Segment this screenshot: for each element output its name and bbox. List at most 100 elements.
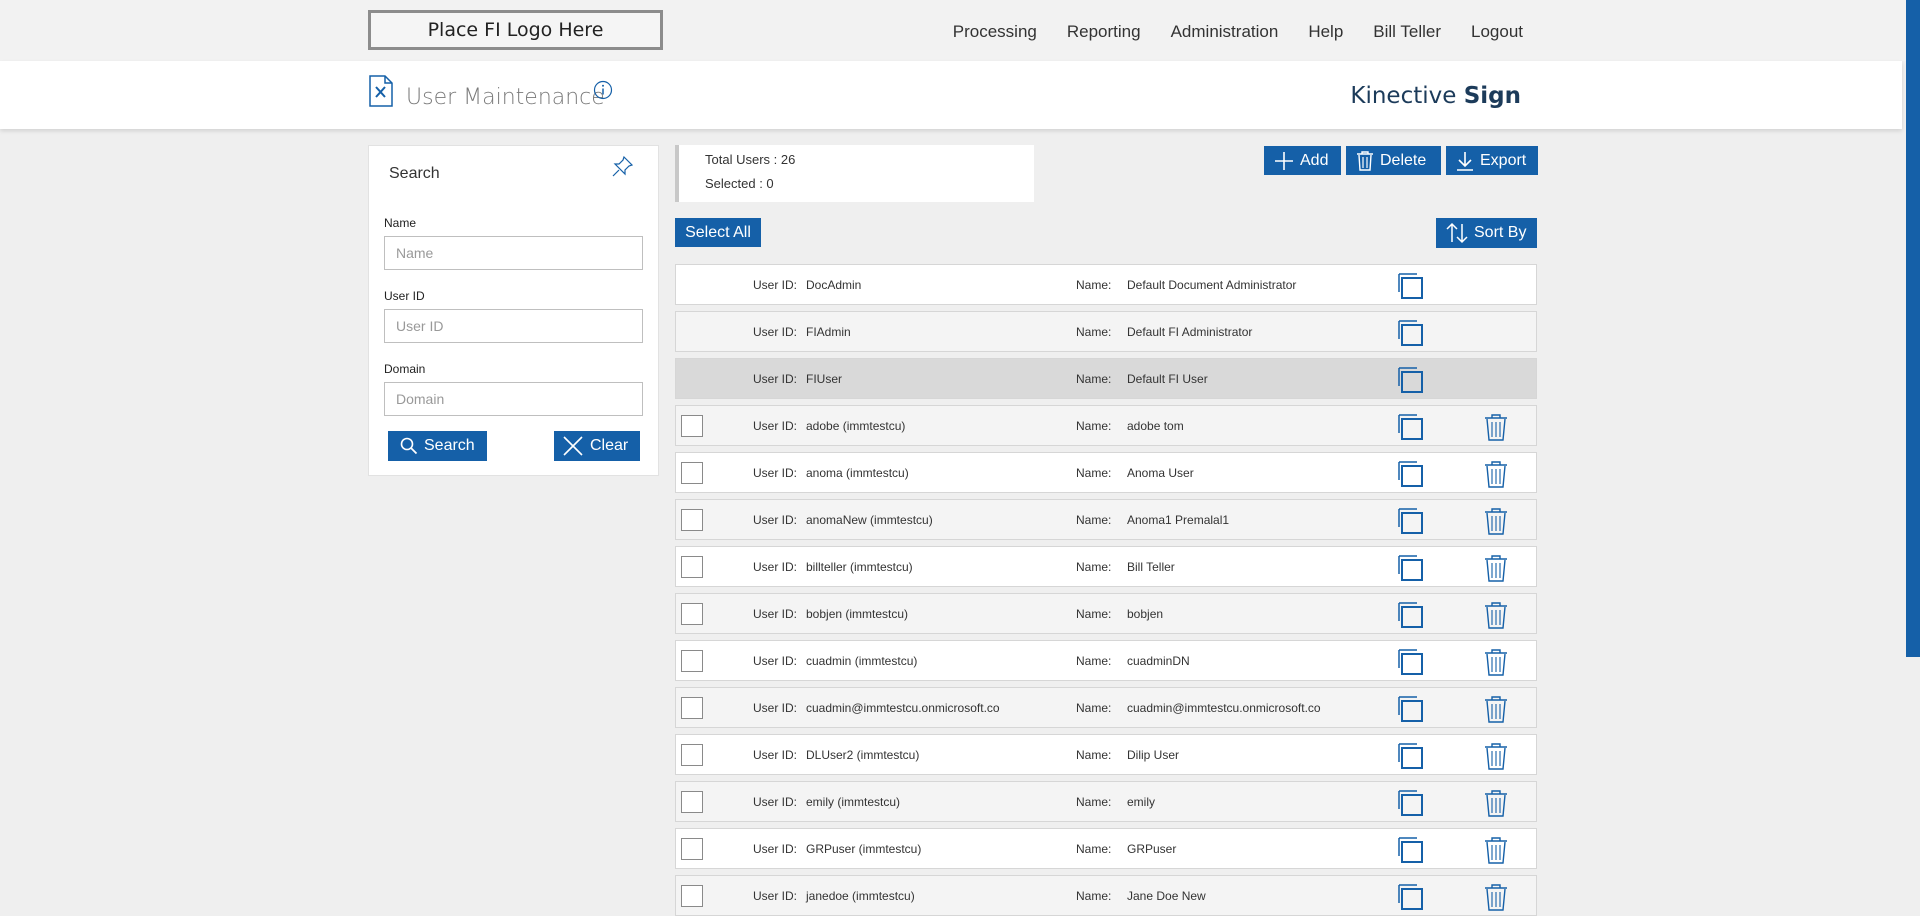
- copy-icon[interactable]: [1396, 507, 1424, 535]
- pin-icon[interactable]: [609, 154, 635, 180]
- page-scrollbar[interactable]: [1906, 0, 1920, 657]
- row-checkbox[interactable]: [681, 603, 703, 625]
- brand-logo: Kinective Sign: [1350, 83, 1521, 109]
- user-id-value: DocAdmin: [806, 278, 862, 292]
- nav-administration[interactable]: Administration: [1171, 22, 1279, 42]
- user-id-label: User ID:: [753, 748, 798, 762]
- row-checkbox[interactable]: [681, 885, 703, 907]
- copy-icon[interactable]: [1396, 319, 1424, 347]
- user-row[interactable]: User ID: FIUser Name: Default FI User: [675, 358, 1537, 399]
- trash-icon[interactable]: [1483, 648, 1509, 676]
- search-icon: [400, 437, 418, 455]
- copy-icon[interactable]: [1396, 601, 1424, 629]
- name-value: Bill Teller: [1127, 560, 1175, 574]
- user-row[interactable]: User ID: GRPuser (immtestcu) Name: GRPuser: [675, 828, 1537, 869]
- row-checkbox[interactable]: [681, 462, 703, 484]
- trash-icon[interactable]: [1483, 413, 1509, 441]
- user-id-value: adobe (immtestcu): [806, 419, 906, 433]
- sort-by-button[interactable]: Sort By: [1436, 218, 1537, 248]
- user-row[interactable]: User ID: cuadmin (immtestcu) Name: cuadminD…: [675, 640, 1537, 681]
- trash-icon[interactable]: [1483, 601, 1509, 629]
- user-row[interactable]: User ID: FIAdmin Name: Default FI Administr…: [675, 311, 1537, 352]
- name-value: Default FI Administrator: [1127, 325, 1253, 339]
- user-row[interactable]: User ID: cuadmin@immtestcu.onmicrosoft.co…: [675, 687, 1537, 728]
- name-label: Name:: [1076, 560, 1112, 574]
- trash-icon[interactable]: [1483, 460, 1509, 488]
- search-button[interactable]: Search: [388, 431, 487, 461]
- name-label: Name:: [1076, 607, 1112, 621]
- row-checkbox[interactable]: [681, 697, 703, 719]
- user-row[interactable]: User ID: bobjen (immtestcu) Name: bobjen: [675, 593, 1537, 634]
- copy-icon[interactable]: [1396, 695, 1424, 723]
- user-id-input[interactable]: [384, 309, 643, 343]
- select-all-button[interactable]: Select All: [675, 218, 761, 247]
- copy-icon[interactable]: [1396, 272, 1424, 300]
- user-id-label: User ID:: [753, 607, 798, 621]
- name-value: bobjen: [1127, 607, 1164, 621]
- copy-icon[interactable]: [1396, 648, 1424, 676]
- user-row[interactable]: User ID: anoma (immtestcu) Name: Anoma User: [675, 452, 1537, 493]
- user-id-label: User ID: [384, 289, 425, 303]
- row-checkbox[interactable]: [681, 744, 703, 766]
- row-checkbox[interactable]: [681, 556, 703, 578]
- trash-icon[interactable]: [1483, 836, 1509, 864]
- user-id-value: FIAdmin: [806, 325, 851, 339]
- nav-help[interactable]: Help: [1308, 22, 1343, 42]
- row-checkbox[interactable]: [681, 650, 703, 672]
- copy-icon[interactable]: [1396, 789, 1424, 817]
- nav-user-menu[interactable]: Bill Teller: [1373, 22, 1441, 42]
- nav-reporting[interactable]: Reporting: [1067, 22, 1141, 42]
- nav-processing[interactable]: Processing: [953, 22, 1037, 42]
- search-panel: Search Name User ID Domain Search Clear: [368, 145, 659, 476]
- trash-icon[interactable]: [1483, 507, 1509, 535]
- name-label: Name:: [1076, 372, 1112, 386]
- user-id-label: User ID:: [753, 278, 798, 292]
- clear-button[interactable]: Clear: [554, 431, 640, 461]
- row-checkbox[interactable]: [681, 415, 703, 437]
- page-header: User Maintenance Kinective Sign: [0, 61, 1902, 129]
- user-id-label: User ID:: [753, 466, 798, 480]
- copy-icon[interactable]: [1396, 883, 1424, 911]
- name-input[interactable]: [384, 236, 643, 270]
- row-checkbox[interactable]: [681, 509, 703, 531]
- plus-icon: [1275, 151, 1293, 170]
- user-row[interactable]: User ID: DocAdmin Name: Default Document Ad…: [675, 264, 1537, 305]
- user-id-value: anoma (immtestcu): [806, 466, 909, 480]
- domain-input[interactable]: [384, 382, 643, 416]
- search-button-label: Search: [424, 437, 475, 454]
- user-row[interactable]: User ID: janedoe (immtestcu) Name: Jane Doe…: [675, 875, 1537, 916]
- user-row[interactable]: User ID: anomaNew (immtestcu) Name: Anoma1 …: [675, 499, 1537, 540]
- add-button[interactable]: Add: [1264, 146, 1341, 175]
- export-button-label: Export: [1480, 151, 1527, 169]
- user-summary: Total Users : 26 Selected : 0: [675, 145, 1034, 202]
- export-button[interactable]: Export: [1446, 146, 1538, 175]
- copy-icon[interactable]: [1396, 554, 1424, 582]
- user-row[interactable]: User ID: emily (immtestcu) Name: emily: [675, 781, 1537, 822]
- copy-icon[interactable]: [1396, 413, 1424, 441]
- trash-icon[interactable]: [1483, 554, 1509, 582]
- trash-icon[interactable]: [1483, 695, 1509, 723]
- user-row[interactable]: User ID: adobe (immtestcu) Name: adobe tom: [675, 405, 1537, 446]
- trash-icon[interactable]: [1483, 883, 1509, 911]
- fi-logo-placeholder[interactable]: Place FI Logo Here: [368, 10, 663, 50]
- user-row[interactable]: User ID: DLUser2 (immtestcu) Name: Dilip Us…: [675, 734, 1537, 775]
- copy-icon[interactable]: [1396, 836, 1424, 864]
- trash-icon[interactable]: [1483, 789, 1509, 817]
- nav-logout[interactable]: Logout: [1471, 22, 1523, 42]
- trash-icon[interactable]: [1483, 742, 1509, 770]
- name-label: Name:: [1076, 466, 1112, 480]
- user-id-value: GRPuser (immtestcu): [806, 842, 922, 856]
- name-value: emily: [1127, 795, 1156, 809]
- delete-button[interactable]: Delete: [1346, 146, 1441, 175]
- user-id-value: emily (immtestcu): [806, 795, 901, 809]
- info-icon[interactable]: [593, 80, 613, 100]
- copy-icon[interactable]: [1396, 366, 1424, 394]
- copy-icon[interactable]: [1396, 460, 1424, 488]
- row-checkbox[interactable]: [681, 838, 703, 860]
- user-id-label: User ID:: [753, 701, 798, 715]
- user-id-label: User ID:: [753, 795, 798, 809]
- sort-icon: [1446, 222, 1468, 244]
- user-row[interactable]: User ID: billteller (immtestcu) Name: Bill …: [675, 546, 1537, 587]
- row-checkbox[interactable]: [681, 791, 703, 813]
- copy-icon[interactable]: [1396, 742, 1424, 770]
